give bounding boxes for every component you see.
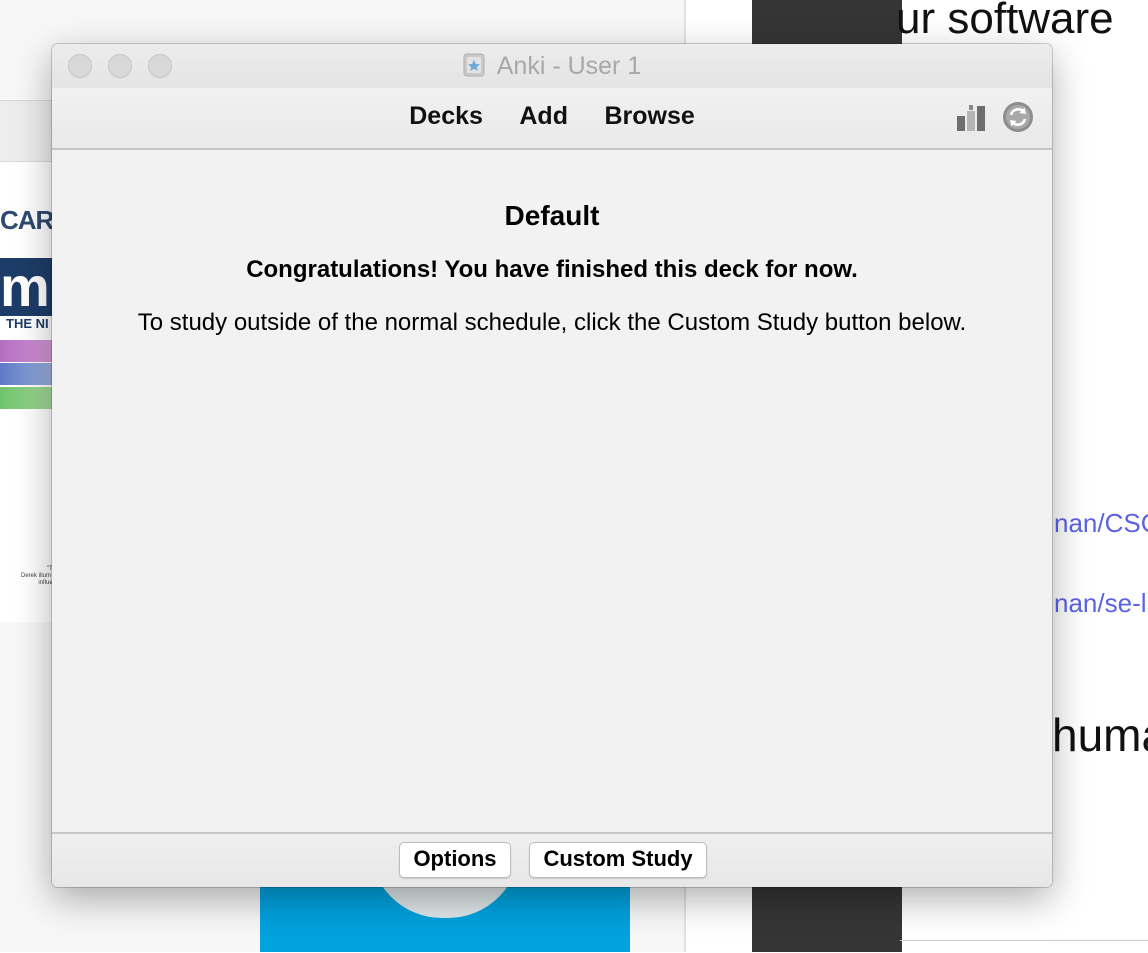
main-toolbar: Decks Add Browse — [52, 88, 1052, 150]
background-heading-text: huma — [1052, 709, 1148, 761]
background-heading-text: ur software — [896, 0, 1114, 43]
anki-app-icon — [463, 53, 485, 77]
sync-icon[interactable] — [1002, 101, 1034, 133]
anki-window: Anki - User 1 Decks Add Browse Default C… — [52, 44, 1052, 887]
nav-add[interactable]: Add — [519, 102, 568, 131]
nav-browse[interactable]: Browse — [604, 102, 694, 131]
toolbar-nav: Decks Add Browse — [52, 102, 1052, 131]
stats-icon[interactable] — [956, 102, 990, 132]
background-illustration — [370, 886, 520, 918]
window-title: Anki - User 1 — [496, 52, 642, 80]
background-link[interactable]: nan/se-l — [1054, 588, 1147, 619]
background-book-stripe — [0, 363, 55, 385]
options-button[interactable]: Options — [399, 842, 511, 878]
congrats-message: Congratulations! You have finished this … — [246, 256, 858, 283]
bottom-bar: Options Custom Study — [52, 832, 1052, 887]
background-book-quote: "Th Derek illum a influen — [20, 566, 56, 586]
background-toolbar-strip — [0, 100, 60, 162]
background-blue-card — [260, 886, 630, 952]
background-book-stripe — [0, 340, 55, 362]
nav-decks[interactable]: Decks — [409, 102, 483, 131]
overview-content: Default Congratulations! You have finish… — [52, 150, 1052, 832]
deck-title: Default — [504, 200, 600, 231]
background-book-subtitle: THE NI — [6, 316, 49, 331]
title-bar[interactable]: Anki - User 1 — [52, 44, 1052, 88]
background-link[interactable]: nan/CSC — [1054, 508, 1148, 539]
background-book-title: m — [0, 258, 58, 316]
background-table — [900, 940, 1148, 953]
background-book-stripe — [0, 387, 55, 409]
custom-study-hint: To study outside of the normal schedule,… — [137, 309, 967, 336]
title-container: Anki - User 1 — [52, 52, 1052, 81]
custom-study-button[interactable]: Custom Study — [529, 842, 707, 878]
